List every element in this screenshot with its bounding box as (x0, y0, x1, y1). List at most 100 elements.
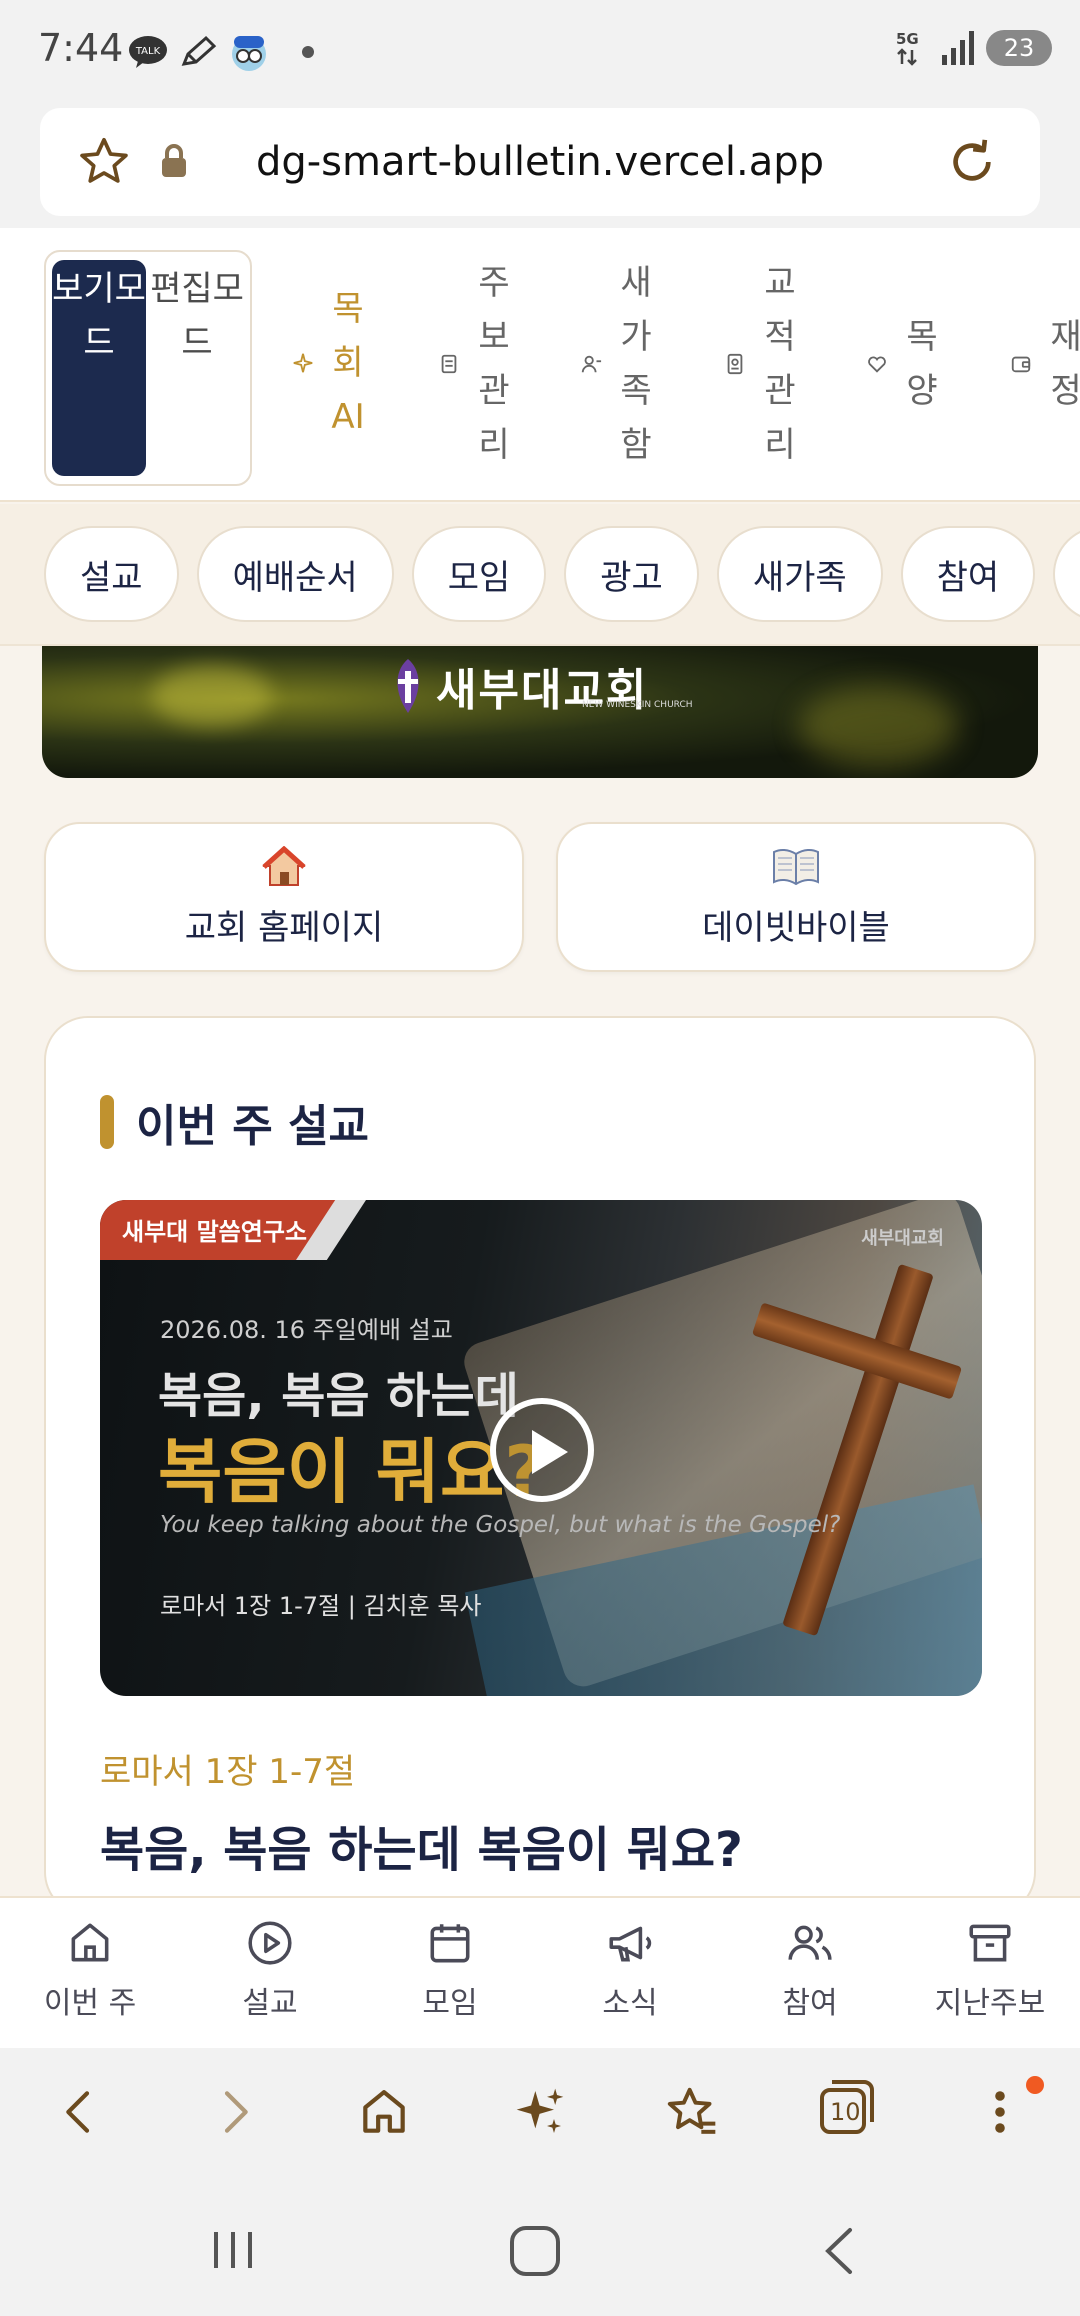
chip-participation[interactable]: 참여 (900, 526, 1036, 622)
house-icon (46, 845, 522, 890)
sparkle-icon (293, 353, 313, 373)
nav-finance[interactable]: 재정 (1010, 310, 1080, 418)
wallet-icon (1011, 356, 1031, 373)
chip-ads[interactable]: 광고 (564, 526, 699, 622)
status-bar: 7:44 TALK 5G 23 (0, 0, 1080, 104)
svg-text:5G: 5G (896, 30, 919, 48)
heart-hand-icon (868, 356, 886, 373)
title-accent-bar (100, 1095, 114, 1149)
nav-label: 목양 (906, 317, 938, 411)
megaphone-icon (609, 1926, 652, 1962)
nav-label: 주보관리 (478, 263, 510, 465)
sermon-title[interactable]: 복음, 복음 하는데 복음이 뭐요? (100, 1810, 743, 1880)
thumbnail-reference: 로마서 1장 1-7절 | 김치훈 목사 (160, 1592, 482, 1620)
tab-label: 모임 (422, 1986, 478, 2021)
notification-icons: TALK (128, 32, 314, 72)
browser-home-icon[interactable] (356, 2084, 412, 2140)
reload-icon[interactable] (944, 134, 1000, 190)
tabs-count-button[interactable]: 10 (818, 2078, 876, 2136)
play-circle-icon (248, 1921, 292, 1965)
nav-member-manage[interactable]: 교적관리 (724, 256, 800, 472)
chip-new-family[interactable]: 새가족 (716, 526, 883, 622)
nav-new-family[interactable]: 새가족함 (580, 256, 656, 472)
status-time: 7:44 (38, 26, 124, 70)
notification-badge (1026, 2076, 1044, 2094)
bookmarks-icon[interactable] (664, 2084, 720, 2140)
address-bar[interactable]: dg-smart-bulletin.vercel.app (40, 108, 1040, 216)
nav-label: 교적관리 (764, 263, 796, 465)
lock-icon (162, 144, 186, 177)
mode-toggle: 보기모드 편집모드 (44, 250, 252, 486)
home-icon (71, 1923, 109, 1962)
browser-address-area: dg-smart-bulletin.vercel.app (0, 104, 1080, 228)
nav-label: 목회AI (331, 289, 365, 437)
nav-pastoral-ai[interactable]: 목회AI (292, 282, 368, 444)
more-menu-icon[interactable] (976, 2084, 1024, 2140)
tab-sermon[interactable]: 설교 (180, 1898, 360, 2048)
tab-this-week[interactable]: 이번 주 (0, 1898, 180, 2048)
system-home-icon[interactable] (508, 2224, 562, 2278)
church-homepage-button[interactable]: 교회 홈페이지 (44, 822, 524, 972)
signal-icon (942, 31, 974, 65)
calendar-icon (430, 1924, 470, 1963)
tabs-count: 10 (830, 2098, 861, 2126)
browser-toolbar: 10 (0, 2048, 1080, 2182)
section-title-text: 이번 주 설교 (136, 1101, 370, 1152)
thumbnail-date: 2026.08. 16 주일예배 설교 (160, 1316, 453, 1344)
svg-text:TALK: TALK (135, 46, 161, 57)
ai-sparkle-icon[interactable] (512, 2084, 568, 2140)
nav-label: 새가족함 (620, 263, 652, 465)
chip-meetings[interactable]: 모임 (411, 526, 547, 622)
church-name-en: NEW WINESKIN CHURCH (582, 700, 693, 710)
church-banner: 새부대교회 NEW WINESKIN CHURCH (42, 646, 1038, 778)
edit-mode-button[interactable]: 편집모드 (150, 260, 244, 476)
tab-label: 설교 (242, 1986, 298, 2021)
link-label: 교회 홈페이지 (184, 908, 384, 948)
tab-participation[interactable]: 참여 (720, 1898, 900, 2048)
chip-news[interactable]: 소식 (1053, 526, 1080, 622)
banner-glow (152, 666, 272, 726)
recents-icon[interactable] (208, 2228, 258, 2272)
archive-icon (969, 1924, 1011, 1962)
tab-news[interactable]: 소식 (540, 1898, 720, 2048)
person-icon (581, 355, 602, 373)
network-5g-icon: 5G (896, 30, 919, 66)
sermon-video-thumbnail[interactable]: 새부대 말씀연구소 새부대교회 2026.08. 16 주일예배 설교 복음, … (100, 1200, 982, 1696)
ribbon-text: 새부대 말씀연구소 (122, 1218, 307, 1246)
category-chips: 설교 예배순서 모임 광고 새가족 참여 소식 (44, 526, 1080, 622)
thumbnail-church-name: 새부대교회 (861, 1228, 944, 1249)
cross-logo-icon (397, 659, 419, 713)
forward-icon[interactable] (206, 2084, 262, 2140)
tab-label: 이번 주 (43, 1986, 137, 2021)
link-label: 데이빗바이블 (702, 908, 890, 948)
pencil-icon (181, 35, 217, 66)
tab-past-bulletins[interactable]: 지난주보 (900, 1898, 1080, 2048)
id-card-icon (727, 353, 743, 375)
avatar-icon (232, 36, 266, 71)
url-text[interactable]: dg-smart-bulletin.vercel.app (200, 139, 880, 185)
chip-worship-order[interactable]: 예배순서 (196, 526, 394, 622)
play-button-icon[interactable] (490, 1398, 594, 1502)
bookmark-star-icon[interactable] (76, 134, 132, 190)
battery-icon: 23 (986, 30, 1052, 66)
nav-label: 재정 (1050, 317, 1080, 411)
open-book-icon (558, 846, 1034, 890)
sermon-verse: 로마서 1장 1-7절 (100, 1752, 356, 1792)
tab-label: 참여 (782, 1986, 838, 2021)
tab-meetings[interactable]: 모임 (360, 1898, 540, 2048)
tab-label: 소식 (602, 1986, 658, 2021)
view-mode-button[interactable]: 보기모드 (52, 260, 146, 476)
section-title: 이번 주 설교 (100, 1090, 369, 1154)
thumbnail-headline-2: 복음이 뭐요? (158, 1431, 545, 1513)
banner-glow (798, 686, 958, 766)
people-icon (788, 1925, 832, 1960)
system-back-icon[interactable] (818, 2226, 858, 2276)
tab-label: 지난주보 (934, 1986, 1046, 2021)
nav-bulletin-manage[interactable]: 주보관리 (438, 256, 514, 472)
system-navigation-bar (0, 2182, 1080, 2316)
nav-pastoral-care[interactable]: 목양 (866, 310, 942, 418)
david-bible-button[interactable]: 데이빗바이블 (556, 822, 1036, 972)
back-icon[interactable] (52, 2084, 108, 2140)
status-right: 5G 23 (896, 30, 1052, 66)
chip-sermon[interactable]: 설교 (44, 526, 179, 622)
